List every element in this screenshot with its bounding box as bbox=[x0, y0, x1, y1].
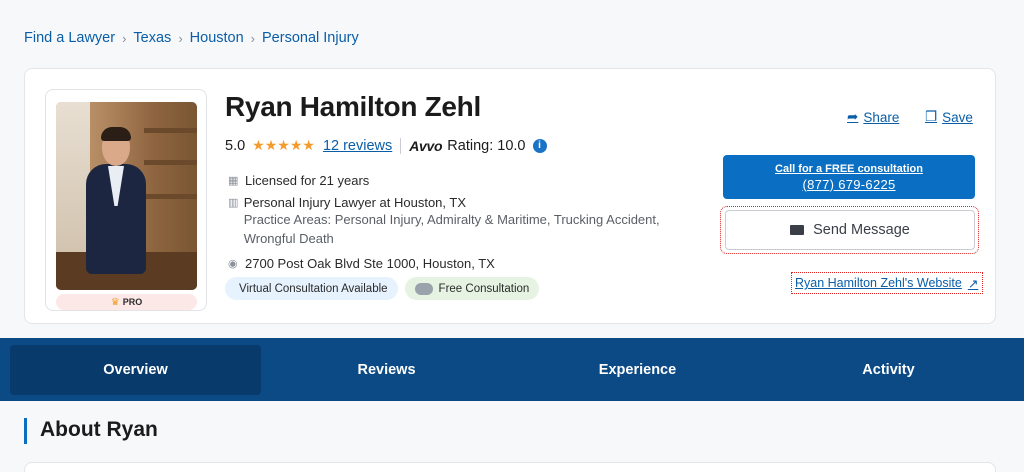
breadcrumb-texas[interactable]: Texas bbox=[133, 30, 171, 46]
profile-tabs: Overview Reviews Experience Activity bbox=[0, 338, 1024, 401]
share-button[interactable]: ➦ Share bbox=[847, 109, 899, 125]
profile-photo-frame: ♛ PRO bbox=[45, 89, 207, 311]
lawyer-profile-card: ♛ PRO Ryan Hamilton Zehl 5.0 ★★★★★ 12 re… bbox=[24, 68, 996, 324]
consultation-tags: Virtual Consultation Available Free Cons… bbox=[225, 277, 540, 300]
pro-badge: ♛ PRO bbox=[56, 294, 197, 310]
website-link[interactable]: Ryan Hamilton Zehl's Website ↗ bbox=[791, 272, 984, 294]
building-icon: ▥ bbox=[228, 197, 239, 209]
section-title: About Ryan bbox=[40, 418, 158, 441]
tab-experience[interactable]: Experience bbox=[512, 345, 763, 395]
address-text: 2700 Post Oak Blvd Ste 1000, Houston, TX bbox=[245, 256, 495, 271]
share-icon: ➦ bbox=[847, 109, 859, 124]
calendar-icon: ▦ bbox=[228, 175, 239, 187]
crown-icon: ♛ bbox=[110, 296, 120, 308]
send-message-button[interactable]: Send Message bbox=[725, 210, 975, 250]
save-label: Save bbox=[942, 109, 973, 125]
rating-score: 5.0 bbox=[225, 137, 246, 154]
map-pin-icon: ◉ bbox=[228, 258, 238, 270]
licensed-text: Licensed for 21 years bbox=[245, 173, 370, 188]
call-consultation-button[interactable]: Call for a FREE consultation (877) 679-6… bbox=[723, 155, 975, 199]
avvo-logo: Avvo bbox=[409, 137, 443, 154]
free-consultation-tag: Free Consultation bbox=[404, 277, 540, 300]
about-card bbox=[24, 462, 996, 472]
section-accent-bar bbox=[24, 418, 27, 444]
tab-reviews[interactable]: Reviews bbox=[261, 345, 512, 395]
breadcrumb-find-a-lawyer[interactable]: Find a Lawyer bbox=[24, 30, 115, 46]
profile-photo bbox=[56, 102, 197, 290]
bookmark-icon: ❐ bbox=[925, 109, 938, 124]
phone-number: (877) 679-6225 bbox=[802, 176, 896, 192]
address-detail: ◉ 2700 Post Oak Blvd Ste 1000, Houston, … bbox=[228, 256, 495, 271]
divider bbox=[400, 137, 402, 154]
tab-overview[interactable]: Overview bbox=[10, 344, 261, 395]
piggy-bank-icon bbox=[414, 282, 433, 295]
lawyer-name: Ryan Hamilton Zehl bbox=[225, 91, 481, 122]
virtual-consultation-tag: Virtual Consultation Available bbox=[225, 277, 398, 300]
envelope-icon bbox=[790, 225, 805, 235]
chevron-right-icon: › bbox=[122, 30, 127, 46]
save-button[interactable]: ❐ Save bbox=[925, 109, 973, 125]
pro-label: PRO bbox=[122, 297, 143, 307]
external-link-icon: ↗ bbox=[967, 276, 979, 291]
share-label: Share bbox=[863, 109, 900, 125]
send-message-label: Send Message bbox=[813, 222, 910, 238]
tab-activity[interactable]: Activity bbox=[763, 345, 1014, 395]
practice-detail: ▥ Personal Injury Lawyer at Houston, TX … bbox=[228, 195, 698, 248]
chevron-right-icon: › bbox=[250, 30, 256, 46]
call-button-label: Call for a FREE consultation bbox=[775, 162, 923, 175]
star-rating-icon: ★★★★★ bbox=[252, 137, 315, 153]
lawyer-title: Personal Injury Lawyer at Houston, TX bbox=[243, 195, 467, 210]
rating-row: 5.0 ★★★★★ 12 reviews Avvo Rating: 10.0 i bbox=[225, 137, 547, 154]
free-consultation-label: Free Consultation bbox=[438, 282, 530, 295]
breadcrumb: Find a Lawyer › Texas › Houston › Person… bbox=[24, 30, 359, 46]
reviews-link[interactable]: 12 reviews bbox=[323, 138, 392, 154]
chevron-right-icon: › bbox=[178, 30, 183, 46]
info-icon[interactable]: i bbox=[532, 138, 547, 153]
website-label: Ryan Hamilton Zehl's Website bbox=[795, 276, 962, 290]
avvo-rating: Rating: 10.0 bbox=[447, 137, 526, 154]
practice-areas: Practice Areas: Personal Injury, Admiral… bbox=[243, 212, 660, 246]
licensed-detail: ▦ Licensed for 21 years bbox=[228, 173, 369, 188]
breadcrumb-personal-injury[interactable]: Personal Injury bbox=[262, 30, 359, 46]
breadcrumb-houston[interactable]: Houston bbox=[190, 30, 244, 46]
